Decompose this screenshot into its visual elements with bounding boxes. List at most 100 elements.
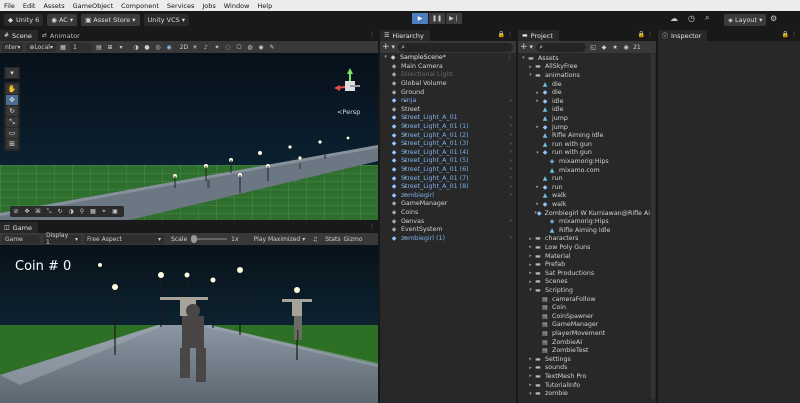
project-item[interactable]: ▤ ZombieAI [518, 338, 650, 347]
menu-component[interactable]: Component [121, 2, 159, 10]
chevron-down-icon[interactable]: ▾ [520, 55, 527, 61]
hierarchy-item[interactable]: ◈ Directional Light [380, 71, 516, 80]
display-dropdown[interactable]: Display 1 ▾ [43, 232, 81, 246]
scale-handles-icon[interactable]: ⤡ [45, 208, 53, 216]
chevron-right-icon[interactable]: › [510, 141, 512, 147]
hierarchy-item[interactable]: ▸ ◆ Street_Light_A_01 (8) › [380, 182, 516, 191]
project-item[interactable]: ▾ ◆ run with gun [518, 149, 650, 158]
play-icon[interactable]: ▶ [412, 13, 428, 24]
project-item[interactable]: ▲ Rifle Aiming Idle [518, 131, 650, 140]
tab-scene[interactable]: # Scene [0, 30, 38, 41]
project-item[interactable]: ▤ GameManager [518, 321, 650, 330]
eye-icon[interactable]: ◉ [622, 43, 630, 51]
chevron-right-icon[interactable]: › [510, 123, 512, 129]
project-item[interactable]: ▾ ▬ Scripting [518, 286, 650, 295]
chevron-down-icon[interactable]: ▾ [382, 54, 389, 60]
menu-gameobject[interactable]: GameObject [73, 2, 114, 10]
chevron-right-icon[interactable]: ▸ [527, 373, 534, 379]
hierarchy-item[interactable]: ◈ Ground [380, 88, 516, 97]
chevron-right-icon[interactable]: › [510, 192, 512, 198]
project-item[interactable]: ◈ mixamorig:Hips [518, 157, 650, 166]
chevron-right-icon[interactable]: ▸ [534, 201, 541, 207]
history-icon[interactable]: ◷ [688, 14, 695, 23]
project-item[interactable]: ▤ CoinSpawner [518, 312, 650, 321]
project-scrollbar[interactable] [651, 54, 655, 399]
chevron-right-icon[interactable]: › [510, 166, 512, 172]
project-item[interactable]: ▸ ▬ Material [518, 252, 650, 261]
expand-toggle-icon[interactable]: ▸ [402, 235, 409, 241]
step-icon[interactable]: ▶❘ [446, 13, 462, 24]
chevron-right-icon[interactable]: › [510, 235, 512, 241]
chevron-down-icon[interactable]: ▾ [527, 72, 534, 78]
project-item[interactable]: ▸ ▬ Settings [518, 355, 650, 364]
project-item[interactable]: ◈ mixamorig:Hips [518, 217, 650, 226]
space-dropdown[interactable]: ⊕ Local ▾ [26, 42, 56, 52]
panel-menu-icon[interactable]: 🔒 ⋮ [782, 31, 797, 38]
mute-icon[interactable]: ♫ [311, 235, 319, 243]
expand-toggle-icon[interactable]: ▸ [402, 175, 409, 181]
chevron-right-icon[interactable]: › [510, 218, 512, 224]
tab-project[interactable]: ▬ Project [518, 30, 559, 41]
hierarchy-item[interactable]: ◈ Main Camera [380, 62, 516, 71]
settings-gear-icon[interactable]: ⚙ [770, 14, 777, 23]
chevron-right-icon[interactable]: ▸ [527, 236, 534, 242]
play-mode-dropdown[interactable]: Play Maximized ▾ [251, 235, 309, 244]
asset-store-button[interactable]: ▣ Asset Store ▾ [81, 13, 140, 26]
hand-tool-icon[interactable]: ✋ [6, 84, 18, 94]
panel-menu-icon[interactable]: ⋮ [369, 223, 375, 230]
hierarchy-item[interactable]: ▸ ◆ zombiegirl (1) › [380, 234, 516, 243]
expand-toggle-icon[interactable]: ▸ [402, 123, 409, 129]
project-item[interactable]: ▾ ▬ zombie [518, 389, 650, 398]
tab-animator[interactable]: ⇄ Animator [38, 30, 86, 41]
project-item[interactable]: ▸ ▬ Scenes [518, 278, 650, 287]
chevron-down-icon[interactable]: ▾ [527, 287, 534, 293]
chevron-right-icon[interactable]: ▸ [527, 279, 534, 285]
hierarchy-item[interactable]: ◈ Coins [380, 208, 516, 217]
aspect-dropdown[interactable]: Free Aspect ▾ [84, 234, 164, 244]
project-item[interactable]: ▲ idle [518, 106, 650, 115]
expand-toggle-icon[interactable]: ▸ [402, 184, 409, 190]
chevron-right-icon[interactable]: ▸ [527, 365, 534, 371]
menu-jobs[interactable]: Jobs [202, 2, 215, 10]
chevron-right-icon[interactable]: ▸ [527, 64, 534, 70]
chevron-right-icon[interactable]: › [510, 158, 512, 164]
menu-services[interactable]: Services [167, 2, 194, 10]
grid-size-field[interactable]: 1 [69, 42, 92, 52]
incremental-snap-icon[interactable]: ▾ [117, 43, 125, 51]
hierarchy-item[interactable]: ◈ EventSystem [380, 225, 516, 234]
chevron-right-icon[interactable]: › [510, 115, 512, 121]
brush-icon[interactable]: ⊘ [12, 208, 20, 216]
scale-slider[interactable] [191, 235, 228, 243]
expand-toggle-icon[interactable]: ▸ [402, 141, 409, 147]
project-item[interactable]: ▤ playerMovement [518, 329, 650, 338]
fx-icon[interactable]: ✦ [213, 43, 221, 51]
snap-grid-icon[interactable]: ▦ [89, 208, 97, 216]
project-item[interactable]: ▸ ◆ die [518, 88, 650, 97]
chevron-down-icon[interactable]: ▾ [534, 150, 541, 156]
project-item[interactable]: ▸ ▬ characters [518, 235, 650, 244]
shading-mode-icon[interactable]: ◑ [132, 43, 140, 51]
panel-menu-icon[interactable]: ⋮ [369, 31, 375, 38]
pivot-icon[interactable]: ⌘ [34, 208, 42, 216]
scale-slider-thumb[interactable] [191, 235, 198, 243]
chevron-down-icon[interactable]: ▾ [530, 43, 534, 51]
rotate-handles-icon[interactable]: ↻ [56, 208, 64, 216]
expand-toggle-icon[interactable]: ▸ [402, 166, 409, 172]
hierarchy-search-input[interactable]: ⌕ [398, 42, 513, 52]
menu-edit[interactable]: Edit [23, 2, 36, 10]
search-icon[interactable]: ⌕ [705, 13, 709, 23]
rect-tool-icon[interactable]: ▭ [6, 128, 18, 138]
project-item[interactable]: ▲ mixamo.com [518, 166, 650, 175]
expand-toggle-icon[interactable]: ▸ [402, 192, 409, 198]
move-handles-icon[interactable]: ✥ [23, 208, 31, 216]
project-search-input[interactable]: ⌕ [536, 42, 587, 52]
probe-icon[interactable]: ⚲ [78, 208, 86, 216]
panel-menu-icon[interactable]: 🔒 ⋮ [498, 31, 513, 38]
chevron-right-icon[interactable]: ▸ [527, 262, 534, 268]
expand-toggle-icon[interactable]: ▸ [402, 158, 409, 164]
chevron-right-icon[interactable]: › [510, 149, 512, 155]
snap-icon[interactable]: ⊞ [106, 43, 114, 51]
chevron-right-icon[interactable]: ▸ [527, 270, 534, 276]
move-tool-icon[interactable]: ✥ [6, 95, 18, 105]
expand-toggle-icon[interactable]: ▸ [402, 218, 409, 224]
